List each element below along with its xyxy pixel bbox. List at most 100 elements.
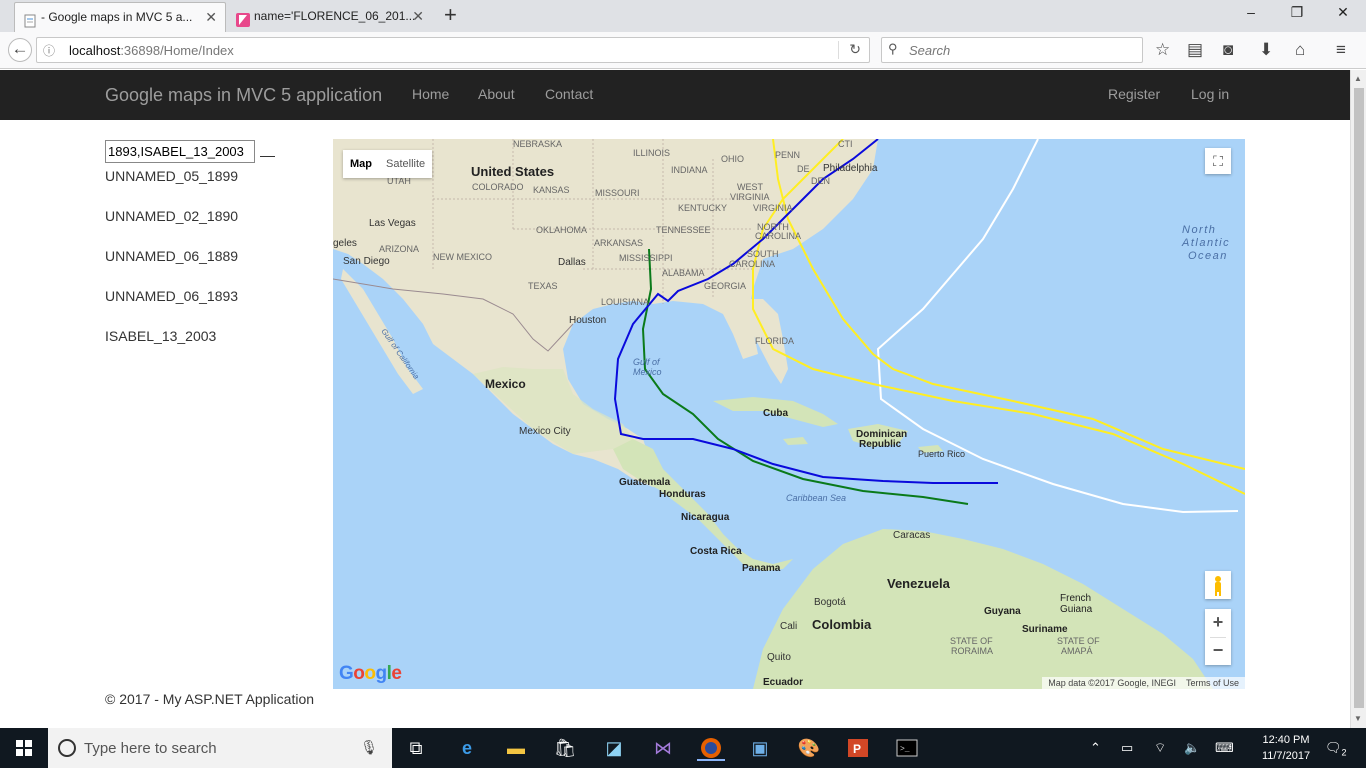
label-region: RORAIMA [951, 646, 993, 656]
close-window-icon[interactable]: ✕ [1333, 4, 1353, 21]
battery-icon[interactable]: ▭ [1121, 740, 1133, 756]
label-ocean-1: North [1182, 224, 1216, 236]
visual-studio-icon[interactable]: ⋈ [649, 735, 677, 761]
label-state: KENTUCKY [678, 203, 727, 213]
google-map[interactable]: United States North Atlantic Ocean NEBRA… [333, 139, 1245, 689]
label-state: KANSAS [533, 185, 570, 195]
download-icon[interactable]: ⬇ [1259, 40, 1273, 60]
microphone-icon[interactable]: 🎙 [360, 739, 378, 756]
label-country: Guyana [984, 606, 1021, 617]
notifications-icon[interactable]: 🗨2 [1325, 740, 1347, 758]
remote-desktop-icon[interactable]: ▣ [746, 735, 774, 761]
fullscreen-icon[interactable]: ⛶ [1205, 148, 1231, 174]
task-view-icon[interactable]: ⧉ [402, 735, 430, 761]
label-water: Caribbean Sea [786, 493, 846, 503]
label-state: PENN [775, 150, 800, 160]
label-state: OHIO [721, 154, 744, 164]
pocket-icon[interactable]: ◙ [1223, 40, 1233, 60]
map-type-satellite[interactable]: Satellite [379, 150, 432, 178]
nav-contact[interactable]: Contact [545, 86, 593, 102]
menu-icon[interactable]: ≡ [1336, 40, 1346, 60]
search-bar[interactable]: ⚲ Search [881, 37, 1143, 63]
label-ocean-3: Ocean [1188, 250, 1228, 262]
input-underline [260, 156, 275, 157]
notification-count: 2 [1341, 747, 1347, 758]
home-icon[interactable]: ⌂ [1295, 40, 1305, 60]
url-path: :36898/Home/Index [120, 43, 234, 58]
taskbar-search-box[interactable]: Type here to search 🎙 [48, 728, 392, 768]
scrollbar-thumb[interactable] [1354, 88, 1364, 708]
info-icon[interactable]: ⓘ [43, 42, 55, 59]
bookmark-star-icon[interactable]: ☆ [1155, 40, 1170, 60]
reload-icon[interactable]: ↻ [849, 41, 861, 58]
scroll-up-icon[interactable]: ▲ [1354, 74, 1362, 83]
edge-icon[interactable]: e [453, 735, 481, 761]
label-city: geles [333, 238, 357, 249]
powerpoint-icon[interactable]: P [844, 735, 872, 761]
store-icon[interactable]: 🛍 [551, 735, 579, 761]
paint-icon[interactable]: 🎨 [795, 735, 823, 761]
nav-login[interactable]: Log in [1191, 86, 1229, 102]
close-tab-icon[interactable]: ✕ [412, 2, 424, 30]
zoom-in-button[interactable]: + [1205, 609, 1231, 637]
back-icon[interactable]: ← [8, 38, 32, 62]
restore-icon[interactable]: ❐ [1287, 4, 1307, 21]
label-region: STATE OF [1057, 636, 1100, 646]
windows-start-icon[interactable] [16, 740, 32, 756]
taskbar-clock[interactable]: 12:40 PM 11/7/2017 [1256, 732, 1316, 764]
label-state: VIRGINIA [730, 192, 770, 202]
map-type-control: Map Satellite [343, 150, 433, 178]
wifi-icon[interactable]: ⌔ [1154, 740, 1166, 756]
label-region: AMAPÁ [1061, 646, 1093, 656]
label-state: CAROLINA [755, 231, 801, 241]
url-bar[interactable]: ⓘ localhost:36898/Home/Index ↻ [36, 37, 870, 63]
label-city: San Diego [343, 256, 390, 267]
label-partial: DEN [811, 176, 830, 186]
land-south-america [753, 529, 1213, 689]
label-country: Venezuela [887, 576, 951, 591]
storm-item[interactable]: ISABEL_13_2003 [105, 328, 238, 368]
label-state: MISSISSIPPI [619, 253, 673, 263]
label-ocean-2: Atlantic [1181, 237, 1230, 249]
page-scrollbar[interactable]: ▲ ▼ [1350, 70, 1366, 728]
tab-florence[interactable]: name='FLORENCE_06_201... ✕ [228, 2, 432, 32]
reading-list-icon[interactable]: ▤ [1187, 40, 1203, 60]
storm-item[interactable]: UNNAMED_06_1893 [105, 288, 238, 328]
storm-item[interactable]: UNNAMED_02_1890 [105, 208, 238, 248]
label-country: Panama [742, 563, 781, 574]
nav-home[interactable]: Home [412, 86, 449, 102]
new-tab-button[interactable]: + [444, 3, 457, 27]
keyboard-icon[interactable]: ⌨ [1215, 740, 1234, 756]
label-region: STATE OF [950, 636, 993, 646]
nav-about[interactable]: About [478, 86, 515, 102]
pegman-icon[interactable] [1205, 571, 1231, 599]
svg-text:>_: >_ [900, 745, 910, 754]
google-logo: Google [339, 663, 402, 684]
nav-register[interactable]: Register [1108, 86, 1160, 102]
label-state: SOUTH [747, 249, 779, 259]
terms-link[interactable]: Terms of Use [1186, 678, 1239, 688]
app-icon[interactable]: ◪ [600, 735, 628, 761]
label-state: TENNESSEE [656, 225, 711, 235]
label-partial: CTI [838, 139, 853, 149]
storm-filter-input[interactable] [105, 140, 255, 163]
label-city: Mexico City [519, 426, 571, 437]
scroll-down-icon[interactable]: ▼ [1354, 714, 1362, 723]
minimize-icon[interactable]: – [1241, 4, 1261, 20]
map-type-map[interactable]: Map [343, 150, 379, 178]
storm-item[interactable]: UNNAMED_05_1899 [105, 168, 238, 208]
file-explorer-icon[interactable]: ▬ [502, 735, 530, 761]
firefox-icon[interactable] [697, 735, 725, 761]
site-brand[interactable]: Google maps in MVC 5 application [105, 85, 382, 106]
close-tab-icon[interactable]: ✕ [205, 3, 217, 31]
command-prompt-icon[interactable]: >_ [893, 735, 921, 761]
label-city: Dallas [558, 257, 586, 268]
zoom-out-button[interactable]: − [1205, 637, 1231, 665]
label-country: Cuba [763, 408, 788, 419]
storm-item[interactable]: UNNAMED_06_1889 [105, 248, 238, 288]
volume-icon[interactable]: 🔈 [1184, 740, 1200, 756]
label-country: Republic [859, 439, 902, 450]
show-hidden-icons-icon[interactable]: ⌃ [1090, 740, 1101, 756]
label-city: Puerto Rico [918, 449, 965, 459]
tab-google-maps[interactable]: - Google maps in MVC 5 a... ✕ [14, 2, 226, 32]
